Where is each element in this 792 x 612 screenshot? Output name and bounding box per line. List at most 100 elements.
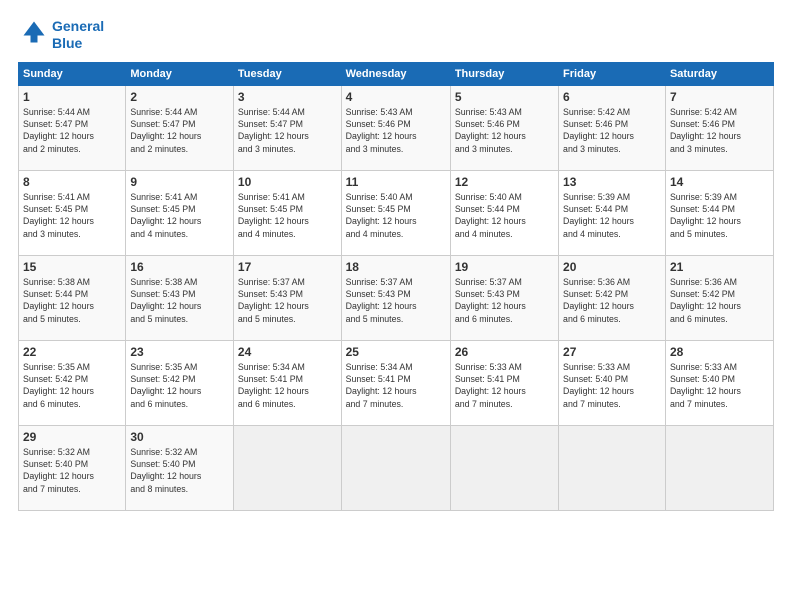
- day-info: Sunrise: 5:37 AM Sunset: 5:43 PM Dayligh…: [455, 276, 554, 325]
- header-tuesday: Tuesday: [233, 62, 341, 85]
- day-number: 13: [563, 175, 661, 189]
- calendar-cell: 3 Sunrise: 5:44 AM Sunset: 5:47 PM Daylig…: [233, 85, 341, 170]
- day-info: Sunrise: 5:32 AM Sunset: 5:40 PM Dayligh…: [130, 446, 229, 495]
- calendar-cell: 27 Sunrise: 5:33 AM Sunset: 5:40 PM Dayli…: [559, 340, 666, 425]
- day-info: Sunrise: 5:39 AM Sunset: 5:44 PM Dayligh…: [670, 191, 769, 240]
- header-monday: Monday: [126, 62, 234, 85]
- day-number: 24: [238, 345, 337, 359]
- calendar-cell: 10 Sunrise: 5:41 AM Sunset: 5:45 PM Dayli…: [233, 170, 341, 255]
- calendar-cell: 9Sunrise: 5:41 AM Sunset: 5:45 PM Daylig…: [126, 170, 234, 255]
- day-info: Sunrise: 5:36 AM Sunset: 5:42 PM Dayligh…: [670, 276, 769, 325]
- day-info: Sunrise: 5:35 AM Sunset: 5:42 PM Dayligh…: [23, 361, 121, 410]
- calendar-cell: 19 Sunrise: 5:37 AM Sunset: 5:43 PM Dayli…: [450, 255, 558, 340]
- calendar-table: SundayMondayTuesdayWednesdayThursdayFrid…: [18, 62, 774, 511]
- calendar-cell: 16Sunrise: 5:38 AM Sunset: 5:43 PM Dayli…: [126, 255, 234, 340]
- day-number: 28: [670, 345, 769, 359]
- day-number: 30: [130, 430, 229, 444]
- day-info: Sunrise: 5:44 AM Sunset: 5:47 PM Dayligh…: [130, 106, 229, 155]
- day-number: 23: [130, 345, 229, 359]
- day-info: Sunrise: 5:38 AM Sunset: 5:44 PM Dayligh…: [23, 276, 121, 325]
- calendar-week-1: 1 Sunrise: 5:44 AM Sunset: 5:47 PM Daylig…: [19, 85, 774, 170]
- header-wednesday: Wednesday: [341, 62, 450, 85]
- calendar-cell: 21 Sunrise: 5:36 AM Sunset: 5:42 PM Dayli…: [665, 255, 773, 340]
- day-number: 20: [563, 260, 661, 274]
- day-number: 26: [455, 345, 554, 359]
- day-number: 22: [23, 345, 121, 359]
- day-info: Sunrise: 5:42 AM Sunset: 5:46 PM Dayligh…: [670, 106, 769, 155]
- calendar-cell: 26 Sunrise: 5:33 AM Sunset: 5:41 PM Dayli…: [450, 340, 558, 425]
- calendar-cell: 17Sunrise: 5:37 AM Sunset: 5:43 PM Dayli…: [233, 255, 341, 340]
- day-info: Sunrise: 5:41 AM Sunset: 5:45 PM Dayligh…: [238, 191, 337, 240]
- logo-general: General: [52, 18, 104, 34]
- day-number: 18: [346, 260, 446, 274]
- day-number: 8: [23, 175, 121, 189]
- header-saturday: Saturday: [665, 62, 773, 85]
- header: General Blue: [18, 18, 774, 52]
- calendar-cell: 28 Sunrise: 5:33 AM Sunset: 5:40 PM Dayli…: [665, 340, 773, 425]
- day-info: Sunrise: 5:40 AM Sunset: 5:45 PM Dayligh…: [346, 191, 446, 240]
- day-number: 27: [563, 345, 661, 359]
- calendar-cell: 6Sunrise: 5:42 AM Sunset: 5:46 PM Daylig…: [559, 85, 666, 170]
- day-info: Sunrise: 5:32 AM Sunset: 5:40 PM Dayligh…: [23, 446, 121, 495]
- day-number: 5: [455, 90, 554, 104]
- calendar-cell: [341, 425, 450, 510]
- calendar-cell: 30 Sunrise: 5:32 AM Sunset: 5:40 PM Dayli…: [126, 425, 234, 510]
- calendar-week-4: 22 Sunrise: 5:35 AM Sunset: 5:42 PM Dayli…: [19, 340, 774, 425]
- day-number: 4: [346, 90, 446, 104]
- day-number: 1: [23, 90, 121, 104]
- calendar-week-5: 29Sunrise: 5:32 AM Sunset: 5:40 PM Dayli…: [19, 425, 774, 510]
- day-info: Sunrise: 5:43 AM Sunset: 5:46 PM Dayligh…: [455, 106, 554, 155]
- calendar-cell: 29Sunrise: 5:32 AM Sunset: 5:40 PM Dayli…: [19, 425, 126, 510]
- logo-blue: Blue: [52, 35, 82, 51]
- day-info: Sunrise: 5:44 AM Sunset: 5:47 PM Dayligh…: [23, 106, 121, 155]
- day-info: Sunrise: 5:33 AM Sunset: 5:41 PM Dayligh…: [455, 361, 554, 410]
- header-friday: Friday: [559, 62, 666, 85]
- day-number: 25: [346, 345, 446, 359]
- day-number: 21: [670, 260, 769, 274]
- day-number: 3: [238, 90, 337, 104]
- logo: General Blue: [18, 18, 104, 52]
- day-number: 12: [455, 175, 554, 189]
- day-info: Sunrise: 5:41 AM Sunset: 5:45 PM Dayligh…: [23, 191, 121, 240]
- day-info: Sunrise: 5:33 AM Sunset: 5:40 PM Dayligh…: [670, 361, 769, 410]
- calendar-cell: 8 Sunrise: 5:41 AM Sunset: 5:45 PM Daylig…: [19, 170, 126, 255]
- day-number: 15: [23, 260, 121, 274]
- calendar-cell: [559, 425, 666, 510]
- calendar-cell: 11 Sunrise: 5:40 AM Sunset: 5:45 PM Dayli…: [341, 170, 450, 255]
- day-number: 9: [130, 175, 229, 189]
- calendar-cell: 12Sunrise: 5:40 AM Sunset: 5:44 PM Dayli…: [450, 170, 558, 255]
- calendar-cell: [450, 425, 558, 510]
- day-info: Sunrise: 5:39 AM Sunset: 5:44 PM Dayligh…: [563, 191, 661, 240]
- header-thursday: Thursday: [450, 62, 558, 85]
- logo-icon: [20, 18, 48, 46]
- day-number: 19: [455, 260, 554, 274]
- calendar-cell: 20 Sunrise: 5:36 AM Sunset: 5:42 PM Dayli…: [559, 255, 666, 340]
- day-info: Sunrise: 5:37 AM Sunset: 5:43 PM Dayligh…: [238, 276, 337, 325]
- calendar-cell: 7Sunrise: 5:42 AM Sunset: 5:46 PM Daylig…: [665, 85, 773, 170]
- calendar-cell: 1 Sunrise: 5:44 AM Sunset: 5:47 PM Daylig…: [19, 85, 126, 170]
- calendar-cell: 18 Sunrise: 5:37 AM Sunset: 5:43 PM Dayli…: [341, 255, 450, 340]
- calendar-cell: 15 Sunrise: 5:38 AM Sunset: 5:44 PM Dayli…: [19, 255, 126, 340]
- calendar-week-2: 8 Sunrise: 5:41 AM Sunset: 5:45 PM Daylig…: [19, 170, 774, 255]
- calendar-cell: 25 Sunrise: 5:34 AM Sunset: 5:41 PM Dayli…: [341, 340, 450, 425]
- calendar-cell: 4Sunrise: 5:43 AM Sunset: 5:46 PM Daylig…: [341, 85, 450, 170]
- calendar-body: 1 Sunrise: 5:44 AM Sunset: 5:47 PM Daylig…: [19, 85, 774, 510]
- day-number: 2: [130, 90, 229, 104]
- day-info: Sunrise: 5:33 AM Sunset: 5:40 PM Dayligh…: [563, 361, 661, 410]
- calendar-cell: 5 Sunrise: 5:43 AM Sunset: 5:46 PM Daylig…: [450, 85, 558, 170]
- day-number: 16: [130, 260, 229, 274]
- day-info: Sunrise: 5:34 AM Sunset: 5:41 PM Dayligh…: [346, 361, 446, 410]
- day-info: Sunrise: 5:44 AM Sunset: 5:47 PM Dayligh…: [238, 106, 337, 155]
- calendar-cell: [233, 425, 341, 510]
- day-info: Sunrise: 5:35 AM Sunset: 5:42 PM Dayligh…: [130, 361, 229, 410]
- day-info: Sunrise: 5:36 AM Sunset: 5:42 PM Dayligh…: [563, 276, 661, 325]
- calendar-cell: 24Sunrise: 5:34 AM Sunset: 5:41 PM Dayli…: [233, 340, 341, 425]
- header-sunday: Sunday: [19, 62, 126, 85]
- day-number: 14: [670, 175, 769, 189]
- calendar-cell: 2 Sunrise: 5:44 AM Sunset: 5:47 PM Daylig…: [126, 85, 234, 170]
- day-number: 10: [238, 175, 337, 189]
- day-info: Sunrise: 5:37 AM Sunset: 5:43 PM Dayligh…: [346, 276, 446, 325]
- day-number: 11: [346, 175, 446, 189]
- calendar-cell: 23 Sunrise: 5:35 AM Sunset: 5:42 PM Dayli…: [126, 340, 234, 425]
- calendar-week-3: 15 Sunrise: 5:38 AM Sunset: 5:44 PM Dayli…: [19, 255, 774, 340]
